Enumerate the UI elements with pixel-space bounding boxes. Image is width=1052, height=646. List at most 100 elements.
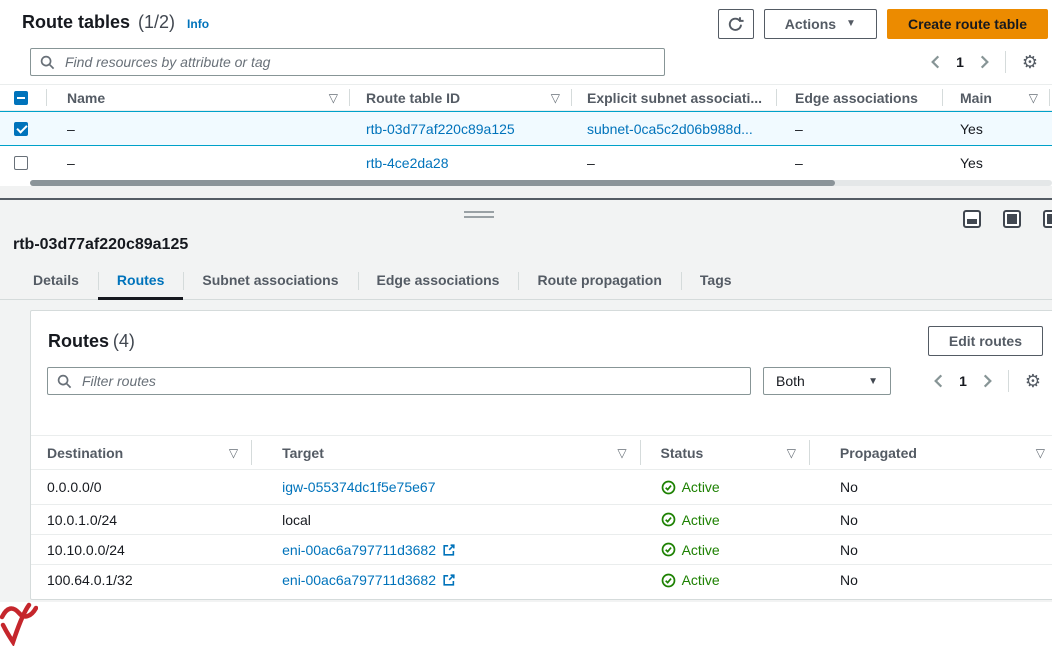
column-header-destination[interactable]: Destination ▽ — [31, 436, 252, 469]
previous-page-button[interactable] — [929, 53, 942, 71]
target-link[interactable]: eni-00ac6a797711d3682 — [282, 572, 436, 588]
settings-gear-icon[interactable]: ⚙ — [1023, 372, 1043, 390]
column-header-edge-associations[interactable]: Edge associations — [777, 85, 943, 110]
routes-table: Destination ▽ Target ▽ Status ▽ Propagat… — [31, 435, 1052, 595]
column-header-main[interactable]: Main ▽ — [943, 85, 1050, 110]
routes-card: Routes (4) Edit routes Both ▼ — [30, 310, 1052, 600]
status-label: Active — [682, 572, 720, 588]
main-cell: Yes — [943, 146, 1050, 180]
filter-scope-value: Both — [776, 373, 805, 389]
row-checkbox-checked[interactable] — [14, 122, 28, 136]
panel-layout-controls — [963, 210, 1052, 228]
target-link[interactable]: igw-055374dc1f5e75e67 — [282, 479, 435, 495]
column-header-target[interactable]: Target ▽ — [252, 436, 640, 469]
column-header-name[interactable]: Name ▽ — [47, 85, 350, 110]
select-all-checkbox[interactable] — [14, 91, 28, 105]
header-buttons: Actions ▼ Create route table — [718, 9, 1048, 39]
toolbar-divider — [1005, 51, 1006, 73]
search-icon — [40, 55, 55, 70]
list-toolbar: 1 ⚙ — [0, 44, 1052, 78]
column-label-target: Target — [282, 445, 324, 461]
sort-icon[interactable]: ▽ — [617, 446, 626, 460]
chevron-left-icon — [934, 374, 943, 388]
row-checkbox-unchecked[interactable] — [14, 156, 28, 170]
search-icon — [57, 374, 72, 389]
create-route-table-button[interactable]: Create route table — [887, 9, 1048, 39]
sort-icon[interactable]: ▽ — [551, 91, 560, 105]
status-cell: Active — [641, 565, 810, 595]
edit-routes-button[interactable]: Edit routes — [928, 326, 1043, 356]
current-page-number: 1 — [956, 54, 964, 70]
filter-scope-select[interactable]: Both ▼ — [763, 367, 891, 395]
external-link-icon[interactable] — [442, 543, 456, 557]
external-link-icon[interactable] — [442, 573, 456, 587]
sort-icon[interactable]: ▽ — [1029, 91, 1038, 105]
target-link[interactable]: eni-00ac6a797711d3682 — [282, 542, 436, 558]
sort-icon[interactable]: ▽ — [229, 446, 238, 460]
next-page-button[interactable] — [978, 53, 991, 71]
detail-panel-title: rtb-03d77af220c89a125 — [0, 200, 1052, 254]
refresh-button[interactable] — [718, 9, 754, 39]
page-title-group: Route tables (1/2) Info — [22, 9, 209, 33]
settings-gear-icon[interactable]: ⚙ — [1020, 53, 1040, 71]
routes-pagination: 1 ⚙ — [932, 370, 1043, 392]
scrollbar-thumb[interactable] — [30, 180, 835, 186]
tab-routes[interactable]: Routes — [98, 266, 183, 300]
column-label-explicit-subnet: Explicit subnet associati... — [587, 90, 762, 106]
info-link[interactable]: Info — [187, 17, 209, 31]
edit-routes-label: Edit routes — [949, 333, 1022, 349]
split-gap — [0, 186, 1052, 198]
table-row: 10.10.0.0/24 eni-00ac6a797711d3682 Activ… — [31, 535, 1052, 565]
tab-tags[interactable]: Tags — [681, 266, 751, 300]
filter-box — [47, 367, 751, 395]
column-label-status: Status — [661, 445, 704, 461]
resource-count: (1/2) — [138, 12, 175, 33]
chevron-left-icon — [931, 55, 940, 69]
detail-tabs: Details Routes Subnet associations Edge … — [0, 266, 1052, 300]
status-label: Active — [682, 542, 720, 558]
panel-resize-handle[interactable] — [464, 211, 494, 221]
split-side-layout-icon[interactable] — [1043, 210, 1052, 228]
status-label: Active — [682, 479, 720, 495]
propagated-cell: No — [810, 470, 1052, 504]
chevron-right-icon — [980, 55, 989, 69]
sort-icon[interactable]: ▽ — [787, 446, 796, 460]
propagated-cell: No — [810, 565, 1052, 595]
table-row: 10.0.1.0/24 local Active No — [31, 505, 1052, 535]
search-input[interactable] — [63, 53, 655, 71]
status-active-icon — [661, 573, 676, 588]
tab-edge-associations[interactable]: Edge associations — [358, 266, 519, 300]
status-badge: Active — [661, 542, 720, 558]
tab-route-propagation[interactable]: Route propagation — [518, 266, 680, 300]
drag-handle-bar — [464, 216, 494, 218]
tab-subnet-associations[interactable]: Subnet associations — [183, 266, 357, 300]
column-header-route-table-id[interactable]: Route table ID ▽ — [350, 85, 572, 110]
filter-routes-input[interactable] — [80, 372, 741, 390]
routes-card-header: Routes (4) Edit routes — [31, 311, 1052, 365]
create-route-table-label: Create route table — [908, 16, 1027, 32]
previous-page-button[interactable] — [932, 372, 945, 390]
routes-count: (4) — [113, 331, 135, 351]
route-table-id-link[interactable]: rtb-4ce2da28 — [366, 155, 449, 171]
sort-icon[interactable]: ▽ — [1036, 446, 1045, 460]
column-header-status[interactable]: Status ▽ — [641, 436, 810, 469]
subnet-link[interactable]: subnet-0ca5c2d06b988d... — [587, 121, 753, 137]
main-cell: Yes — [943, 112, 1050, 145]
destination-cell: 0.0.0.0/0 — [31, 470, 252, 504]
actions-button[interactable]: Actions ▼ — [764, 9, 877, 39]
horizontal-scrollbar — [0, 180, 1052, 186]
name-cell: – — [47, 112, 350, 145]
column-header-explicit-subnet[interactable]: Explicit subnet associati... — [572, 85, 777, 110]
split-bottom-layout-icon[interactable] — [963, 210, 981, 228]
tab-details[interactable]: Details — [14, 266, 98, 300]
status-cell: Active — [641, 470, 810, 504]
next-page-button[interactable] — [981, 372, 994, 390]
table-row[interactable]: – rtb-03d77af220c89a125 subnet-0ca5c2d06… — [0, 111, 1052, 146]
sort-icon[interactable]: ▽ — [329, 91, 338, 105]
column-header-propagated[interactable]: Propagated ▽ — [810, 436, 1052, 469]
table-row[interactable]: – rtb-4ce2da28 – – Yes — [0, 146, 1052, 180]
route-table-id-link[interactable]: rtb-03d77af220c89a125 — [366, 121, 515, 137]
route-table-id-cell: rtb-03d77af220c89a125 — [350, 112, 572, 145]
full-layout-icon[interactable] — [1003, 210, 1021, 228]
search-box — [30, 48, 665, 76]
